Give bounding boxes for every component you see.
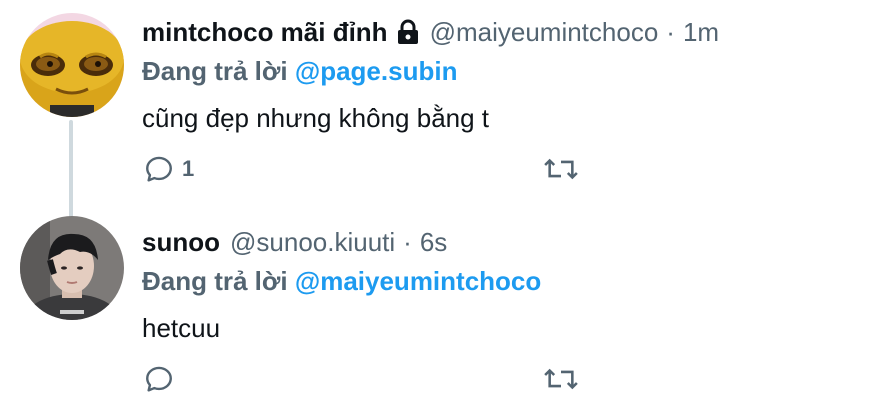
tweet-content: sunoo @sunoo.kiuuti · 6s Đang trả lời @m…	[142, 222, 869, 346]
tweet-header: sunoo @sunoo.kiuuti · 6s	[142, 222, 869, 262]
timestamp[interactable]: 6s	[420, 222, 447, 262]
replying-to: Đang trả lời @maiyeumintchoco	[142, 262, 869, 300]
separator-dot: ·	[403, 227, 412, 257]
reply-icon	[142, 152, 176, 186]
reply-mention-link[interactable]: @maiyeumintchoco	[295, 266, 541, 296]
tweet-reply-1[interactable]: mintchoco mãi đỉnh @maiyeumintchoco · 1m…	[0, 0, 879, 220]
reply-count: 1	[182, 156, 195, 181]
avatar-image	[20, 13, 124, 117]
tweet-header: mintchoco mãi đỉnh @maiyeumintchoco · 1m	[142, 12, 869, 52]
lock-icon	[396, 19, 420, 45]
tweet-content: mintchoco mãi đỉnh @maiyeumintchoco · 1m…	[142, 12, 869, 136]
avatar-sunoo[interactable]	[20, 216, 124, 320]
separator-dot: ·	[666, 17, 675, 47]
retweet-icon	[542, 362, 580, 396]
avatar-mintchoco[interactable]	[20, 13, 124, 117]
author-handle[interactable]: @maiyeumintchoco	[430, 12, 659, 52]
thread-line	[69, 120, 73, 220]
replying-to: Đang trả lời @page.subin	[142, 52, 869, 90]
retweet-button[interactable]	[542, 152, 580, 186]
replying-to-label: Đang trả lời	[142, 266, 288, 296]
timestamp[interactable]: 1m	[683, 12, 719, 52]
reply-button[interactable]	[142, 362, 542, 396]
tweet-reply-2[interactable]: sunoo @sunoo.kiuuti · 6s Đang trả lời @m…	[0, 210, 879, 400]
reply-mention-link[interactable]: @page.subin	[295, 56, 458, 86]
avatar-image	[20, 216, 124, 320]
retweet-button[interactable]	[542, 362, 580, 396]
author-handle[interactable]: @sunoo.kiuuti	[230, 222, 395, 262]
reply-button[interactable]: 1	[142, 152, 542, 186]
tweet-text: cũng đẹp nhưng không bằng t	[142, 103, 490, 133]
replying-to-label: Đang trả lời	[142, 56, 288, 86]
reply-icon	[142, 362, 176, 396]
author-name[interactable]: mintchoco mãi đỉnh	[142, 12, 388, 52]
tweet-actions	[142, 362, 580, 396]
tweet-text: hetcuu	[142, 313, 221, 343]
author-name[interactable]: sunoo	[142, 222, 220, 262]
retweet-icon	[542, 152, 580, 186]
tweet-actions: 1	[142, 152, 580, 186]
